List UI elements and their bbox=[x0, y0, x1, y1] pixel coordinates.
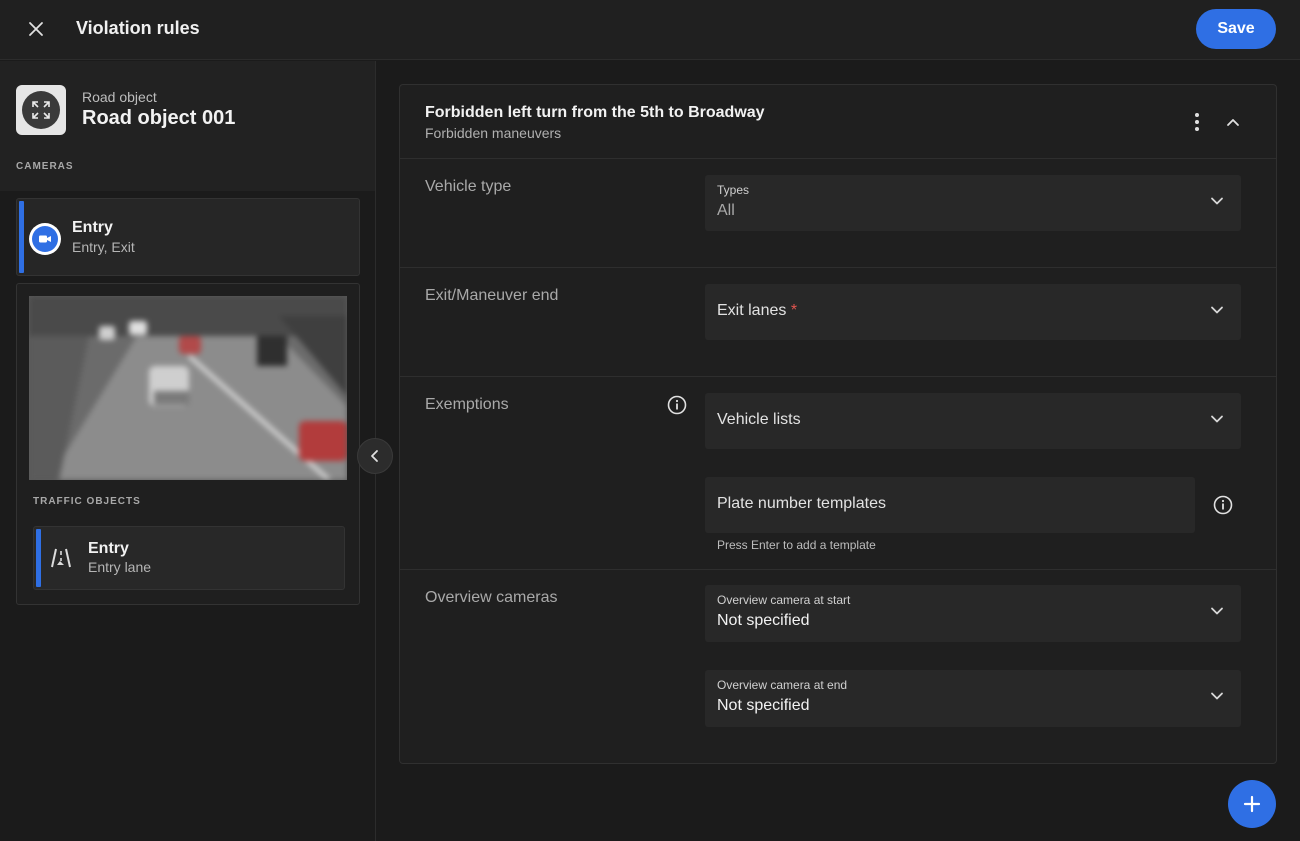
more-options-button[interactable] bbox=[1183, 108, 1211, 136]
close-icon bbox=[29, 22, 43, 36]
cameras-section-label: CAMERAS bbox=[16, 161, 74, 172]
vehicle-type-row: Vehicle type Types All bbox=[400, 159, 1276, 268]
overview-cameras-row: Overview cameras Overview camera at star… bbox=[400, 570, 1276, 763]
exit-label: Exit/Maneuver end bbox=[425, 287, 559, 304]
chevron-down-icon bbox=[1211, 415, 1223, 423]
road-object-header: Road object Road object 001 CAMERAS bbox=[0, 61, 375, 191]
plate-templates-helper-text: Press Enter to add a template bbox=[717, 538, 876, 552]
save-button[interactable]: Save bbox=[1196, 9, 1276, 49]
chevron-left-icon bbox=[371, 450, 378, 462]
exemptions-label: Exemptions bbox=[425, 396, 509, 413]
road-object-avatar bbox=[16, 85, 66, 135]
info-icon bbox=[667, 395, 687, 415]
vehicle-types-field-label: Types bbox=[717, 183, 750, 197]
close-button[interactable] bbox=[22, 15, 50, 43]
rule-title: Forbidden left turn from the 5th to Broa… bbox=[425, 104, 765, 121]
exit-lanes-text: Exit lanes bbox=[717, 302, 787, 319]
camera-title: Entry bbox=[72, 219, 113, 236]
camera-subtitle: Entry, Exit bbox=[72, 239, 135, 255]
overview-camera-end-select[interactable]: Overview camera at end Not specified bbox=[705, 670, 1241, 727]
more-vert-icon bbox=[1195, 113, 1199, 131]
camera-preview-image bbox=[29, 296, 347, 480]
chevron-down-icon bbox=[1211, 306, 1223, 314]
chevron-down-icon bbox=[1211, 607, 1223, 615]
info-icon bbox=[1213, 495, 1233, 515]
traffic-objects-section-label: TRAFFIC OBJECTS bbox=[33, 496, 141, 507]
top-bar: Violation rules Save bbox=[0, 0, 1300, 60]
required-mark: * bbox=[790, 302, 798, 319]
exit-lanes-select[interactable]: Exit lanes * bbox=[705, 284, 1241, 340]
lane-icon bbox=[51, 548, 71, 568]
exit-lanes-placeholder: Exit lanes * bbox=[717, 302, 797, 320]
sidebar: Road object Road object 001 CAMERAS Entr… bbox=[0, 61, 376, 841]
chevron-down-icon bbox=[1211, 692, 1223, 700]
chevron-down-icon bbox=[1211, 197, 1223, 205]
collapse-sidebar-button[interactable] bbox=[357, 438, 393, 474]
camera-avatar bbox=[29, 223, 61, 255]
selected-indicator bbox=[36, 529, 41, 587]
add-rule-button[interactable] bbox=[1228, 780, 1276, 828]
vehicle-lists-placeholder: Vehicle lists bbox=[717, 411, 801, 428]
vehicle-types-select[interactable]: Types All bbox=[705, 175, 1241, 231]
vehicle-type-label: Vehicle type bbox=[425, 178, 512, 195]
fullscreen-icon bbox=[32, 101, 50, 119]
road-object-caption: Road object bbox=[82, 89, 157, 105]
lane-subtitle: Entry lane bbox=[88, 559, 152, 575]
rule-header: Forbidden left turn from the 5th to Broa… bbox=[400, 85, 1276, 159]
vehicle-lists-select[interactable]: Vehicle lists bbox=[705, 393, 1241, 449]
lane-title: Entry bbox=[88, 540, 129, 557]
exemptions-row: Exemptions Vehicle lists Plate number te… bbox=[400, 377, 1276, 570]
chevron-up-icon bbox=[1227, 119, 1239, 126]
plate-templates-info-button[interactable] bbox=[1209, 491, 1237, 519]
overview-camera-end-label: Overview camera at end bbox=[717, 678, 848, 692]
overview-camera-start-value: Not specified bbox=[717, 612, 810, 629]
plate-number-templates-input[interactable]: Plate number templates bbox=[705, 477, 1195, 533]
overview-cameras-label: Overview cameras bbox=[425, 589, 558, 606]
overview-camera-end-value: Not specified bbox=[717, 697, 810, 714]
exit-row: Exit/Maneuver end Exit lanes * bbox=[400, 268, 1276, 377]
vehicle-types-value: All bbox=[717, 202, 735, 219]
camera-icon bbox=[39, 235, 51, 243]
camera-card-entry[interactable]: Entry Entry, Exit bbox=[16, 198, 360, 276]
plate-number-templates-placeholder: Plate number templates bbox=[717, 495, 886, 512]
plus-icon bbox=[1243, 795, 1261, 813]
rule-card: Forbidden left turn from the 5th to Broa… bbox=[399, 84, 1277, 764]
rule-type: Forbidden maneuvers bbox=[425, 125, 562, 141]
camera-preview-card: TRAFFIC OBJECTS Entry Entry lane bbox=[16, 283, 360, 605]
traffic-object-entry-lane[interactable]: Entry Entry lane bbox=[33, 526, 345, 590]
selected-indicator bbox=[19, 201, 24, 273]
collapse-rule-button[interactable] bbox=[1219, 108, 1247, 136]
page-title: Violation rules bbox=[76, 18, 200, 38]
overview-camera-start-label: Overview camera at start bbox=[717, 593, 851, 607]
exemptions-info-button[interactable] bbox=[663, 391, 691, 419]
overview-camera-start-select[interactable]: Overview camera at start Not specified bbox=[705, 585, 1241, 642]
road-object-name: Road object 001 bbox=[82, 107, 236, 129]
